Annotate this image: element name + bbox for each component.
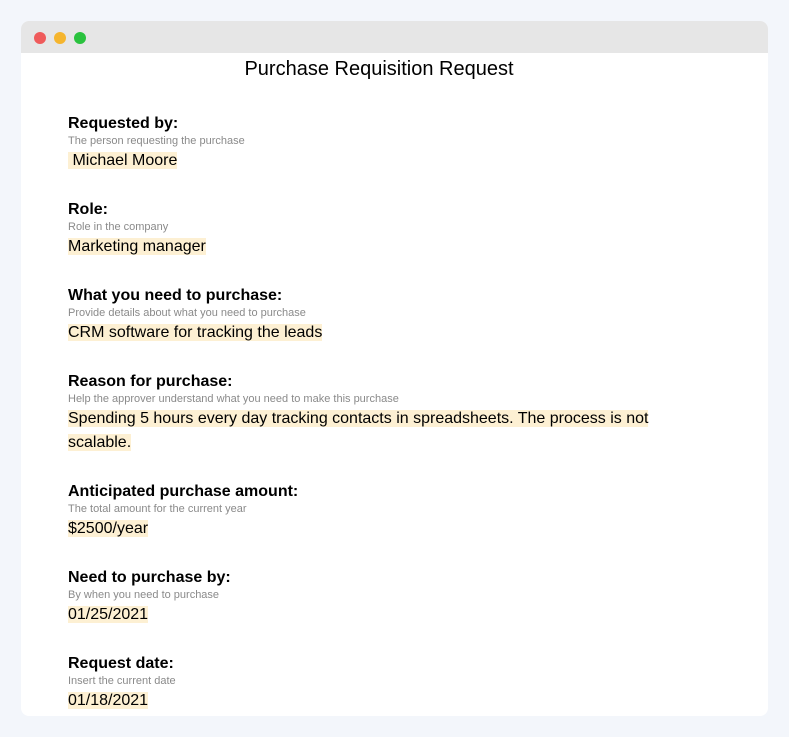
field-hint: Role in the company: [68, 221, 169, 233]
field-hint: By when you need to purchase: [68, 589, 220, 601]
field-value[interactable]: CRM software for tracking the leads: [68, 324, 323, 341]
field-what-to-purchase: What you need to purchase: Provide detai…: [68, 286, 708, 345]
field-label: Role:: [68, 201, 108, 218]
field-label: Reason for purchase:: [68, 373, 233, 390]
field-value-container: Marketing manager: [68, 235, 708, 259]
field-requested-by: Requested by: The person requesting the …: [68, 114, 708, 173]
field-value-container: Spending 5 hours every day tracking cont…: [68, 407, 673, 455]
field-hint: The person requesting the purchase: [68, 135, 245, 147]
minimize-window-button[interactable]: [54, 32, 66, 44]
field-value[interactable]: $2500/year: [68, 520, 149, 537]
field-value-container: 01/25/2021: [68, 603, 708, 627]
field-role: Role: Role in the company Marketing mana…: [68, 200, 708, 259]
document-title: Purchase Requisition Request: [244, 58, 514, 80]
field-value-container: CRM software for tracking the leads: [68, 321, 708, 345]
field-hint: Provide details about what you need to p…: [68, 307, 306, 319]
field-purchase-by: Need to purchase by: By when you need to…: [68, 568, 708, 627]
field-label: Need to purchase by:: [68, 569, 231, 586]
field-hint: Insert the current date: [68, 675, 176, 687]
field-value-container: $2500/year: [68, 517, 708, 541]
field-request-date: Request date: Insert the current date 01…: [68, 654, 708, 713]
field-reason: Reason for purchase: Help the approver u…: [68, 372, 708, 455]
field-value[interactable]: 01/18/2021: [68, 692, 149, 709]
field-value[interactable]: Marketing manager: [68, 238, 206, 255]
field-value[interactable]: Spending 5 hours every day tracking cont…: [68, 410, 649, 451]
document-window: Purchase Requisition Request Requested b…: [21, 21, 768, 716]
field-value-container: 01/18/2021: [68, 689, 708, 713]
form-fields: Requested by: The person requesting the …: [68, 114, 708, 716]
maximize-window-button[interactable]: [74, 32, 86, 44]
field-value[interactable]: 01/25/2021: [68, 606, 149, 623]
window-titlebar: [21, 21, 768, 53]
field-hint: The total amount for the current year: [68, 503, 247, 515]
field-hint: Help the approver understand what you ne…: [68, 393, 399, 405]
field-value[interactable]: Michael Moore: [68, 152, 178, 169]
field-label: Request date:: [68, 655, 174, 672]
field-label: Anticipated purchase amount:: [68, 483, 299, 500]
field-value-container: Michael Moore: [68, 149, 708, 173]
close-window-button[interactable]: [34, 32, 46, 44]
field-label: What you need to purchase:: [68, 287, 283, 304]
field-amount: Anticipated purchase amount: The total a…: [68, 482, 708, 541]
field-label: Requested by:: [68, 115, 179, 132]
